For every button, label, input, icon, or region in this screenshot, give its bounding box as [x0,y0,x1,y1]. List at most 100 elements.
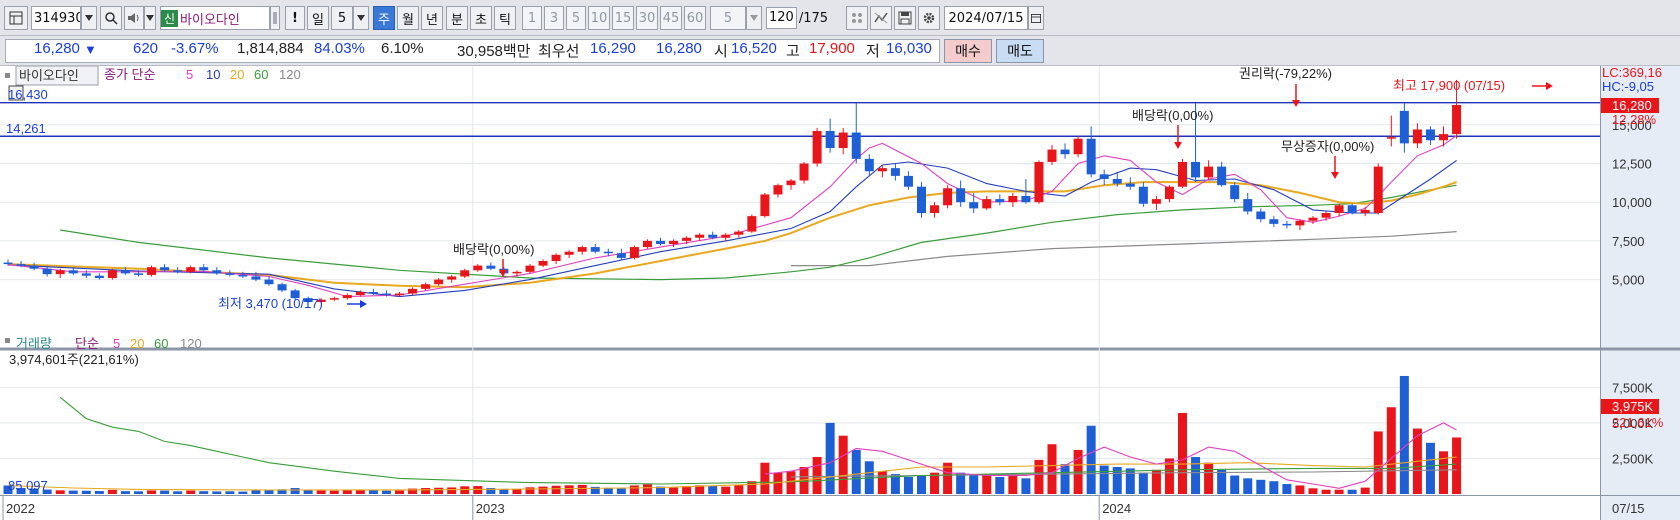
quote-bar: 16,280 ▼ 620 -3.67% 1,814,884 84.03% 6.1… [0,36,1680,66]
candle-body [786,180,796,186]
toolbar: 314930 신 바이오다인 ! 일 5 주 월 년 분 초 틱 1 3 5 1… [0,0,1680,36]
buy-button[interactable]: 매수 [944,39,992,63]
interval-5-button[interactable]: 5 [566,6,586,30]
volume-bar [1021,478,1031,494]
period-month-tab[interactable]: 월 [397,6,419,30]
candle-body [264,279,274,285]
candle-body [1269,219,1279,224]
interval-45-button[interactable]: 45 [660,6,682,30]
chart-menu-icon[interactable] [4,6,28,30]
candle-body [1047,149,1057,162]
candle-body [956,188,966,203]
volume-info: 3,974,601주(221,61%) [9,352,139,367]
period-week-tab[interactable]: 주 [373,6,395,30]
date-tick-label: 2023 [476,501,505,516]
interval-1-button[interactable]: 1 [522,6,542,30]
candle-body [1099,174,1109,179]
period-day-tab[interactable]: 일 [307,6,329,30]
period-count-select[interactable]: 5 [331,6,353,30]
volume-bar [107,489,117,494]
interval-3-button[interactable]: 3 [544,6,564,30]
candle-body [943,188,953,206]
volume-bar [381,490,391,494]
stock-code-input[interactable]: 314930 [31,6,81,30]
candle-body [55,270,65,275]
best-quote-label: 최우선 [538,43,580,60]
volume-bar [1047,444,1057,494]
candle-body [199,267,209,271]
chart-area[interactable]: 바이오다인 종가 단순 5 10 20 60 120 16,430 14,261… [0,66,1680,520]
volume-bar [499,489,509,494]
settings-gear-icon[interactable] [918,6,940,30]
low-note: 최저 3,470 (10/17) [218,296,323,311]
lc-label: LC:369,16 [1602,66,1662,80]
candle-body [225,273,235,275]
save-icon[interactable] [894,6,916,30]
volume-bar [917,475,926,494]
candle-body [616,253,626,258]
candle-body [421,284,431,289]
sell-button[interactable]: 매도 [996,39,1044,63]
stock-name-field[interactable]: 신 바이오다인 [160,6,270,30]
candle-body [160,267,170,271]
period-year-tab[interactable]: 년 [421,6,443,30]
stock-name-dropdown-icon[interactable] [270,6,280,30]
interval-10-button[interactable]: 10 [588,6,610,30]
trade-amount: 30,958백만 [457,43,531,60]
period-minute-tab[interactable]: 분 [446,6,468,30]
candle-body [212,270,222,274]
volume-bar [1334,489,1344,494]
display-count-input[interactable]: 120 [766,7,797,29]
link-icon[interactable] [846,6,868,30]
candle-body [1125,183,1135,187]
high-label: 고 [786,43,800,60]
candle-body [460,270,470,277]
stock-chart[interactable]: 바이오다인 종가 단순 5 10 20 60 120 16,430 14,261… [0,66,1680,520]
volume-bar [564,485,574,494]
volume-bar [760,462,770,494]
volume-bar [1099,465,1109,494]
candle-body [120,270,130,274]
calendar-icon[interactable] [1028,6,1044,30]
speaker-icon[interactable] [124,6,144,30]
candle-body [982,199,992,209]
stock-name: 바이오다인 [180,12,240,28]
candle-body [877,168,887,172]
candle-body [94,275,104,279]
last-date-label: 07/15 [1612,501,1645,516]
candle-body [512,271,522,274]
stock-code-dropdown-icon[interactable] [81,6,97,30]
volume-bar [1230,475,1240,494]
volume-legend-marker-icon [5,338,10,343]
display-count-field[interactable]: 120 /175 [766,6,842,30]
volume-bar [1060,464,1070,494]
search-icon[interactable] [100,6,122,30]
interval-30-button[interactable]: 30 [636,6,658,30]
custom-interval-select[interactable]: 5 [710,6,746,30]
volume-bar [264,490,274,494]
high-price: 17,900 [809,40,855,57]
down-arrow-icon: ▼ [84,42,97,57]
candle-body [16,264,26,266]
legend-ma60: 60 [254,67,268,82]
period-tick-tab[interactable]: 틱 [494,6,516,30]
bonus-issue-note: 무상증자(0,00%) [1281,139,1374,154]
candle-body [773,185,783,195]
volume-bar [1308,488,1318,494]
candle-body [1086,138,1096,175]
date-input[interactable]: 2024/07/15 [944,6,1028,30]
indicator-icon[interactable] [870,6,892,30]
alert-button[interactable]: ! [285,6,305,30]
interval-15-button[interactable]: 15 [612,6,634,30]
volume-legend-label: 거래량 [16,336,52,351]
candle-body [799,163,809,181]
period-count-dropdown-icon[interactable] [353,6,369,30]
volume-bar [838,435,848,494]
candle-body [603,251,613,254]
volume-bar [68,490,78,494]
interval-60-button[interactable]: 60 [684,6,706,30]
speaker-dropdown-icon[interactable] [144,6,156,30]
custom-interval-dropdown-icon[interactable] [746,6,762,30]
dividend-note-2023: 배당락(0,00%) [1132,108,1213,123]
period-second-tab[interactable]: 초 [470,6,492,30]
